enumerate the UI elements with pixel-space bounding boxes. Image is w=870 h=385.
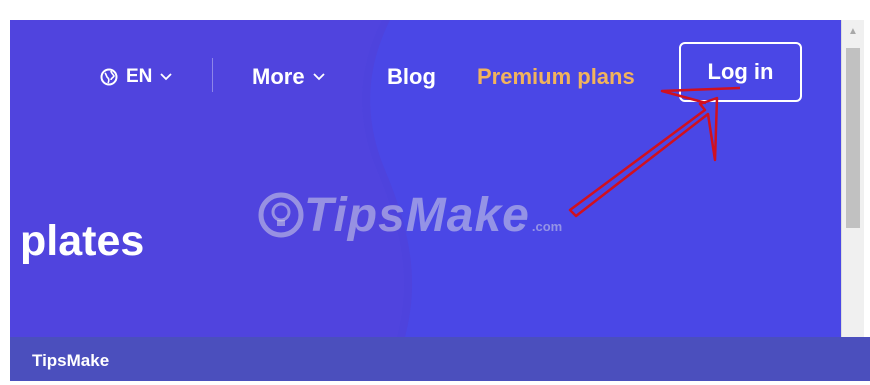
- right-margin: [864, 0, 870, 381]
- caption-bar: TipsMake: [10, 337, 870, 381]
- screenshot-frame: EN More Blog Premium plans Log in plates…: [0, 0, 870, 381]
- chevron-down-icon: [160, 73, 173, 81]
- scrollbar-thumb[interactable]: [846, 48, 860, 228]
- premium-plans-link[interactable]: Premium plans: [477, 62, 635, 92]
- caption-text: TipsMake: [32, 351, 110, 370]
- top-navigation: EN More Blog Premium plans Log in: [10, 20, 841, 130]
- blog-link[interactable]: Blog: [387, 62, 436, 92]
- more-label: More: [252, 64, 305, 89]
- globe-icon: [100, 68, 118, 86]
- premium-plans-label: Premium plans: [477, 64, 635, 89]
- scroll-up-arrow-icon[interactable]: ▲: [842, 20, 864, 42]
- left-margin: [0, 0, 10, 381]
- chevron-down-icon: [312, 73, 325, 81]
- page-viewport: EN More Blog Premium plans Log in plates…: [10, 20, 841, 337]
- login-button[interactable]: Log in: [679, 42, 802, 102]
- language-selector[interactable]: EN: [100, 62, 173, 92]
- vertical-scrollbar[interactable]: ▲: [841, 20, 864, 337]
- login-label: Log in: [707, 59, 774, 84]
- blog-label: Blog: [387, 64, 436, 89]
- top-margin: [0, 0, 870, 20]
- more-menu[interactable]: More: [252, 62, 325, 92]
- hero-headline: plates: [20, 217, 145, 265]
- language-label: EN: [126, 66, 153, 87]
- nav-divider: [212, 58, 213, 92]
